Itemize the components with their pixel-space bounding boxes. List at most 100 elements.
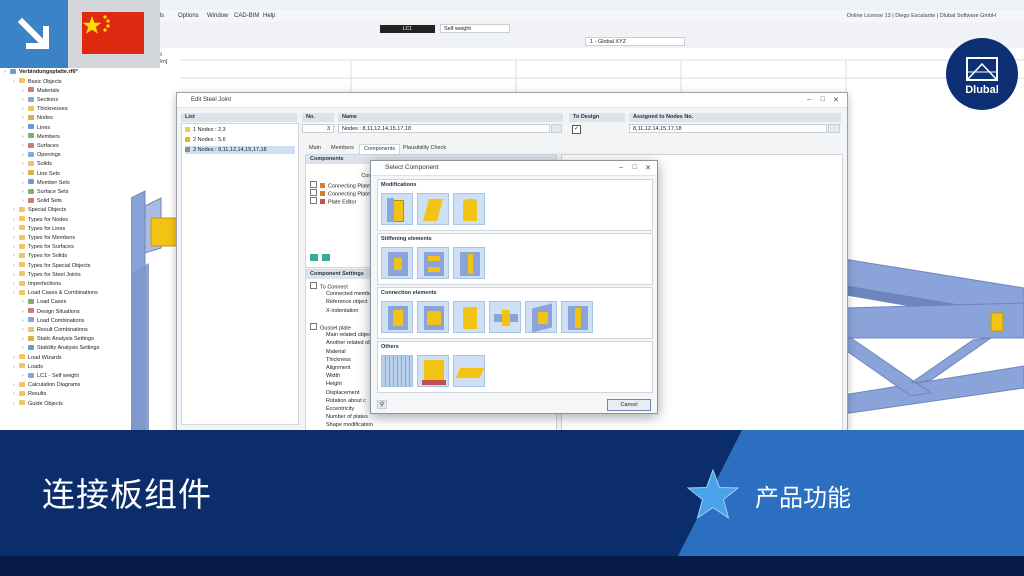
assigned-nodes-field[interactable]: 8,11,12,14,15,17,18: [629, 124, 827, 133]
maximize-icon[interactable]: □: [821, 96, 825, 103]
tab-main[interactable]: Main: [305, 144, 325, 153]
component-connection-3[interactable]: [453, 301, 485, 333]
menu-help[interactable]: Help: [263, 13, 275, 19]
component-other-2[interactable]: [417, 355, 449, 387]
load-case-combo[interactable]: Self weight: [440, 24, 510, 33]
navigator-item[interactable]: › Design Situations: [22, 308, 80, 317]
settings-row[interactable]: To Connect: [310, 282, 348, 291]
minimize-icon[interactable]: –: [619, 164, 623, 171]
navigator-item[interactable]: › Imperfections: [13, 280, 61, 289]
navigator-item[interactable]: › Types for Nodes: [13, 216, 68, 225]
navigator-item[interactable]: › Sections: [22, 96, 58, 105]
settings-row[interactable]: Width: [326, 372, 340, 380]
settings-row[interactable]: Thickness: [326, 356, 351, 364]
navigator-item[interactable]: › Types for Lines: [13, 225, 65, 234]
component-checkbox[interactable]: [310, 181, 317, 188]
component-other-3[interactable]: [453, 355, 485, 387]
navigator-item[interactable]: › Types for Surfaces: [13, 243, 74, 252]
component-stiffener-3[interactable]: [453, 247, 485, 279]
navigator-item[interactable]: › Line Sets: [22, 170, 60, 179]
settings-row[interactable]: Gusset plate: [310, 323, 351, 332]
joint-list-item[interactable]: 3 Nodes : 8,11,12,14,15,17,18: [185, 146, 295, 154]
tab-components[interactable]: Components: [359, 144, 401, 154]
navigator-item[interactable]: › Solids: [22, 160, 52, 169]
navigator-item[interactable]: › Openings: [22, 151, 61, 160]
navigator-item[interactable]: › Types for Solids: [13, 252, 67, 261]
tab-plausibility-check[interactable]: Plausibility Check: [399, 144, 450, 153]
navigator-item[interactable]: › Members: [22, 133, 60, 142]
navigator-item[interactable]: › Solid Sets: [22, 197, 62, 206]
navigator-item[interactable]: › Member Sets: [22, 179, 70, 188]
navigator-item[interactable]: › Types for Special Objects: [13, 262, 90, 271]
navigator-item[interactable]: › Static Analysis Settings: [22, 335, 94, 344]
settings-row[interactable]: Displacement: [326, 389, 359, 397]
navigator-item[interactable]: › Special Objects: [13, 206, 66, 215]
component-checkbox[interactable]: [310, 189, 317, 196]
component-connection-4[interactable]: [489, 301, 521, 333]
settings-row[interactable]: Alignment: [326, 364, 350, 372]
load-case-number[interactable]: LC1: [380, 25, 435, 33]
component-row[interactable]: Plate Editor: [310, 197, 356, 206]
navigator-item[interactable]: › Stability Analysis Settings: [22, 344, 99, 353]
component-other-1[interactable]: [381, 355, 413, 387]
joint-number-field[interactable]: 3: [302, 124, 334, 133]
navigator-item[interactable]: › Surface Sets: [22, 188, 69, 197]
menu-window[interactable]: Window: [207, 13, 228, 19]
navigator-item[interactable]: › Lines: [22, 124, 50, 133]
settings-row[interactable]: X-indentation: [326, 307, 358, 315]
navigator-item[interactable]: › Basic Objects: [13, 78, 62, 87]
navigator-item[interactable]: › Results: [13, 390, 46, 399]
settings-row[interactable]: Reference object: [326, 298, 368, 306]
cancel-button[interactable]: Cancel: [607, 399, 651, 411]
component-modification-1[interactable]: [381, 193, 413, 225]
navigator-item[interactable]: › LC1 - Self weight: [22, 372, 79, 381]
menu-cad-bim[interactable]: CAD-BIM: [234, 13, 259, 19]
settings-row[interactable]: Shape modification: [326, 421, 373, 429]
settings-row[interactable]: Main related object: [326, 331, 372, 339]
add-component-icon[interactable]: [310, 254, 318, 261]
settings-row[interactable]: Material: [326, 348, 346, 356]
search-icon[interactable]: ⚲: [377, 400, 387, 409]
component-connection-1[interactable]: [381, 301, 413, 333]
navigator-item[interactable]: › Types for Steel Joints: [13, 271, 81, 280]
navigator-item[interactable]: › Surfaces: [22, 142, 59, 151]
settings-row[interactable]: Height: [326, 380, 342, 388]
menu-options[interactable]: Options: [178, 13, 199, 19]
navigator-item[interactable]: › Load Combinations: [22, 317, 84, 326]
navigator-item[interactable]: › Materials: [22, 87, 59, 96]
navigator-item[interactable]: › Result Combinations: [22, 326, 88, 335]
remove-component-icon[interactable]: [322, 254, 330, 261]
maximize-icon[interactable]: □: [633, 164, 637, 171]
component-stiffener-2[interactable]: [417, 247, 449, 279]
edit-name-icon[interactable]: [551, 124, 562, 133]
joint-list-item[interactable]: 2 Nodes : 5,6: [185, 136, 295, 144]
navigator-item[interactable]: › Guide Objects: [13, 400, 63, 409]
minimize-icon[interactable]: –: [807, 96, 811, 103]
navigator-item[interactable]: › Load Cases: [22, 298, 66, 307]
component-connection-5[interactable]: [525, 301, 557, 333]
view-coordinate-combo[interactable]: 1 - Global XYZ: [585, 37, 685, 46]
settings-row[interactable]: Eccentricity: [326, 405, 354, 413]
navigator-item[interactable]: › Load Cases & Combinations: [13, 289, 98, 298]
joint-name-field[interactable]: Nodes : 8,11,12,14,15,17,18: [338, 124, 550, 133]
navigator-item[interactable]: › Thicknesses: [22, 105, 68, 114]
settings-row[interactable]: Number of plates: [326, 413, 368, 421]
component-modification-3[interactable]: [453, 193, 485, 225]
component-stiffener-1[interactable]: [381, 247, 413, 279]
component-modification-2[interactable]: [417, 193, 449, 225]
tab-members[interactable]: Members: [327, 144, 358, 153]
navigator-item[interactable]: › Nodes: [22, 114, 53, 123]
settings-checkbox[interactable]: [310, 282, 317, 289]
navigator-item[interactable]: › Calculation Diagrams: [13, 381, 80, 390]
joint-list-item[interactable]: 1 Nodes : 2,3: [185, 126, 295, 134]
navigator-item[interactable]: › Loads: [13, 363, 43, 372]
close-icon[interactable]: ✕: [645, 164, 651, 172]
component-checkbox[interactable]: [310, 197, 317, 204]
navigator-item[interactable]: › Types for Members: [13, 234, 75, 243]
navigator-item[interactable]: › Verbindungsplatte.rf6*: [4, 68, 78, 77]
component-row[interactable]: Connecting Plate: [310, 189, 370, 198]
pick-nodes-icon[interactable]: [828, 124, 840, 133]
component-connection-2[interactable]: [417, 301, 449, 333]
component-connection-6[interactable]: [561, 301, 593, 333]
component-row[interactable]: Connecting Plate: [310, 181, 370, 190]
